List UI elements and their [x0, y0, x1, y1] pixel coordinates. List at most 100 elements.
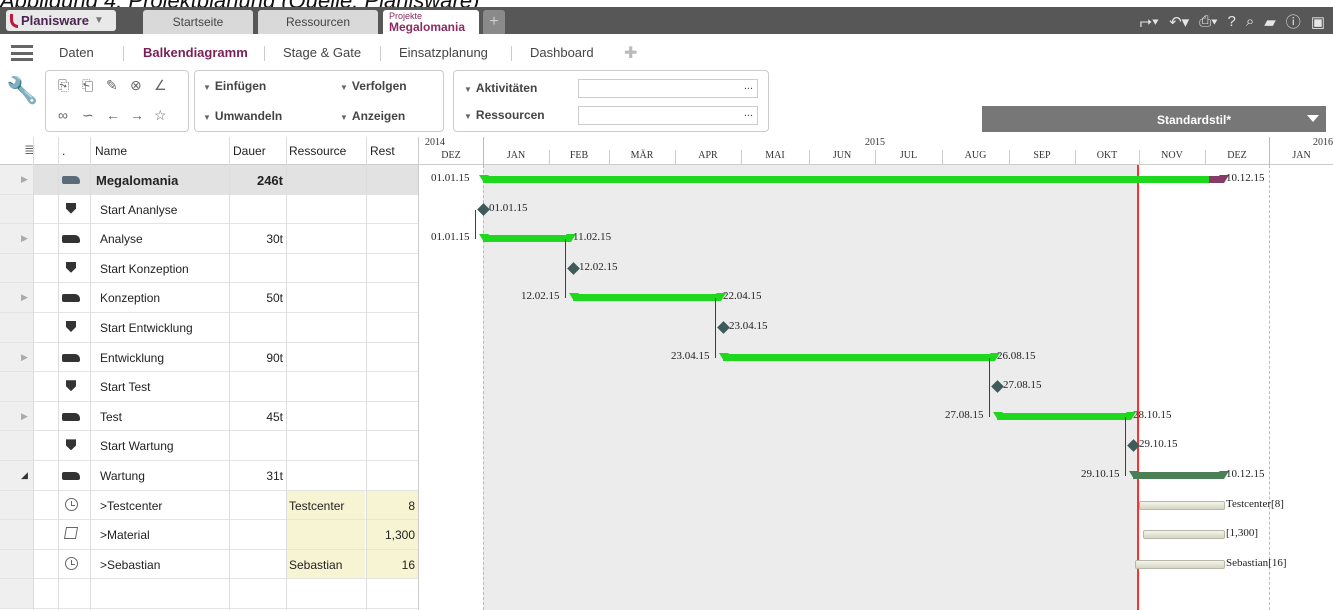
- project-start-marker[interactable]: [479, 175, 489, 183]
- row-ressource[interactable]: Testcenter: [287, 490, 365, 520]
- row-rest[interactable]: 16: [366, 549, 418, 579]
- add-tab-button[interactable]: +: [483, 10, 505, 34]
- start-date-label: 29.10.15: [1081, 468, 1120, 480]
- hamburger-menu-icon[interactable]: [11, 45, 33, 61]
- favorite-icon[interactable]: ☆: [154, 107, 167, 124]
- nav-dashboard[interactable]: Dashboard: [530, 45, 594, 60]
- analyse-bar-start-marker[interactable]: [479, 234, 489, 243]
- testcenter-resource-bar[interactable]: [1139, 500, 1225, 510]
- column-header-dot[interactable]: .: [62, 144, 65, 158]
- sebastian-resource-bar[interactable]: [1135, 559, 1225, 569]
- table-row[interactable]: Start Entwicklung: [0, 313, 418, 343]
- konzeption-bar-start-marker[interactable]: [569, 293, 579, 302]
- aktivitaeten-dropdown[interactable]: ▼ Aktivitäten: [464, 81, 537, 95]
- nav-stage-gate[interactable]: Stage & Gate: [283, 45, 361, 60]
- row-ressource[interactable]: [287, 520, 365, 549]
- tab-ressourcen[interactable]: Ressourcen: [258, 10, 378, 34]
- row-rest[interactable]: 1,300: [366, 520, 418, 549]
- undo-menu-icon[interactable]: ↶▾: [1169, 13, 1189, 31]
- link-icon[interactable]: ∞: [58, 107, 68, 123]
- test-bar-start-marker[interactable]: [993, 411, 1003, 420]
- style-selector[interactable]: Standardstil*: [982, 106, 1326, 132]
- expand-arrow-icon[interactable]: ▶: [21, 411, 28, 422]
- table-row[interactable]: ▶ Konzeption 50t: [0, 283, 418, 313]
- row-rest: [366, 283, 418, 312]
- indent-icon[interactable]: →: [130, 107, 144, 123]
- help-icon[interactable]: ?: [1228, 13, 1236, 30]
- row-gutter: [0, 165, 33, 194]
- table-row[interactable]: Start Konzeption: [0, 253, 418, 284]
- info-icon[interactable]: ⓘ: [1286, 11, 1301, 32]
- table-row[interactable]: ▶ Entwicklung 90t: [0, 342, 418, 373]
- comment-icon[interactable]: ▰: [1264, 13, 1276, 31]
- anzeigen-dropdown[interactable]: ▼ Anzeigen: [340, 109, 405, 123]
- wartung-bar-start-marker[interactable]: [1129, 471, 1139, 479]
- baseline-icon[interactable]: ∠: [154, 77, 167, 94]
- wrench-icon[interactable]: 🔧: [6, 75, 38, 125]
- clock-icon: [62, 556, 82, 571]
- wartung-bar[interactable]: [1133, 472, 1224, 479]
- copy-icon[interactable]: ⎘: [58, 77, 69, 94]
- search-icon[interactable]: ⌕: [1246, 13, 1254, 30]
- export-menu-icon[interactable]: ⎙▾: [1199, 13, 1217, 30]
- collapse-arrow-icon[interactable]: ◢: [21, 470, 28, 481]
- aktivitaeten-input[interactable]: ...: [578, 79, 758, 98]
- nav-balkendiagramm[interactable]: Balkendiagramm: [143, 45, 248, 60]
- month-divider: [741, 150, 742, 165]
- column-header-dauer[interactable]: Dauer: [233, 144, 266, 158]
- table-row[interactable]: ▶ Analyse 30t: [0, 224, 418, 254]
- entwicklung-bar-start-marker[interactable]: [719, 352, 729, 361]
- nav-einsatzplanung[interactable]: Einsatzplanung: [399, 45, 488, 60]
- expand-arrow-icon[interactable]: ▶: [21, 292, 28, 303]
- analyse-bar[interactable]: [483, 235, 571, 243]
- row-ressource[interactable]: Sebastian: [287, 549, 365, 579]
- tab-megalomania[interactable]: Projekte Megalomania: [383, 10, 479, 34]
- planisware-logo[interactable]: Planisware ▼: [6, 10, 116, 31]
- expand-arrow-icon[interactable]: ▶: [21, 352, 28, 363]
- pointer-menu-icon[interactable]: ⮣▾: [1140, 13, 1159, 30]
- table-row[interactable]: >Sebastian Sebastian 16: [0, 549, 418, 580]
- row-rest[interactable]: 8: [366, 490, 418, 520]
- table-row[interactable]: Start Ananlyse: [0, 194, 418, 225]
- row-ressource: [287, 372, 365, 401]
- table-row[interactable]: >Testcenter Testcenter 8: [0, 490, 418, 521]
- unlink-icon[interactable]: ∽: [82, 107, 94, 124]
- test-bar[interactable]: [997, 412, 1131, 420]
- dropdown-label: Ressourcen: [475, 108, 545, 122]
- tab-startseite[interactable]: Startseite: [143, 10, 253, 34]
- ressourcen-dropdown[interactable]: ▼ Ressourcen: [464, 108, 545, 122]
- column-header-name[interactable]: Name: [95, 144, 127, 158]
- delete-icon[interactable]: ⊗: [130, 77, 142, 94]
- expand-arrow-icon[interactable]: ▶: [21, 174, 28, 185]
- einfuegen-dropdown[interactable]: ▼ Einfügen: [203, 79, 266, 93]
- table-row[interactable]: ◢ Wartung 31t: [0, 461, 418, 491]
- entwicklung-bar[interactable]: [723, 353, 995, 361]
- table-row[interactable]: >Material 1,300: [0, 520, 418, 550]
- verfolgen-dropdown[interactable]: ▼ Verfolgen: [340, 79, 407, 93]
- material-resource-bar[interactable]: [1143, 530, 1225, 540]
- umwandeln-dropdown[interactable]: ▼ Umwandeln: [203, 109, 282, 123]
- save-icon[interactable]: ▣: [1311, 13, 1325, 31]
- ressourcen-input[interactable]: ...: [578, 106, 758, 125]
- outdent-icon[interactable]: ←: [106, 107, 120, 123]
- konzeption-bar[interactable]: [573, 294, 721, 302]
- nav-daten[interactable]: Daten: [59, 45, 94, 60]
- row-gutter: [0, 194, 33, 224]
- clock-icon: [62, 497, 82, 512]
- column-header-ressource[interactable]: Ressource: [289, 144, 346, 158]
- expand-arrow-icon[interactable]: ▶: [21, 233, 28, 244]
- tab-label: Ressourcen: [285, 15, 351, 29]
- table-row[interactable]: Start Test: [0, 372, 418, 402]
- column-header-rest[interactable]: Rest: [370, 144, 395, 158]
- month-divider: [809, 150, 810, 165]
- row-name: >Material: [100, 528, 150, 543]
- paste-icon[interactable]: ⎗: [82, 77, 93, 94]
- table-row[interactable]: ▶ Megalomania 246t: [0, 165, 418, 195]
- project-summary-bar[interactable]: [483, 176, 1209, 183]
- row-name: Analyse: [100, 232, 143, 247]
- table-row[interactable]: ▶ Test 45t: [0, 401, 418, 432]
- table-row[interactable]: Start Wartung: [0, 431, 418, 461]
- edit-icon[interactable]: ✎: [106, 77, 118, 94]
- add-view-icon[interactable]: ✚: [624, 43, 637, 63]
- milestone-icon-shape: [66, 439, 76, 451]
